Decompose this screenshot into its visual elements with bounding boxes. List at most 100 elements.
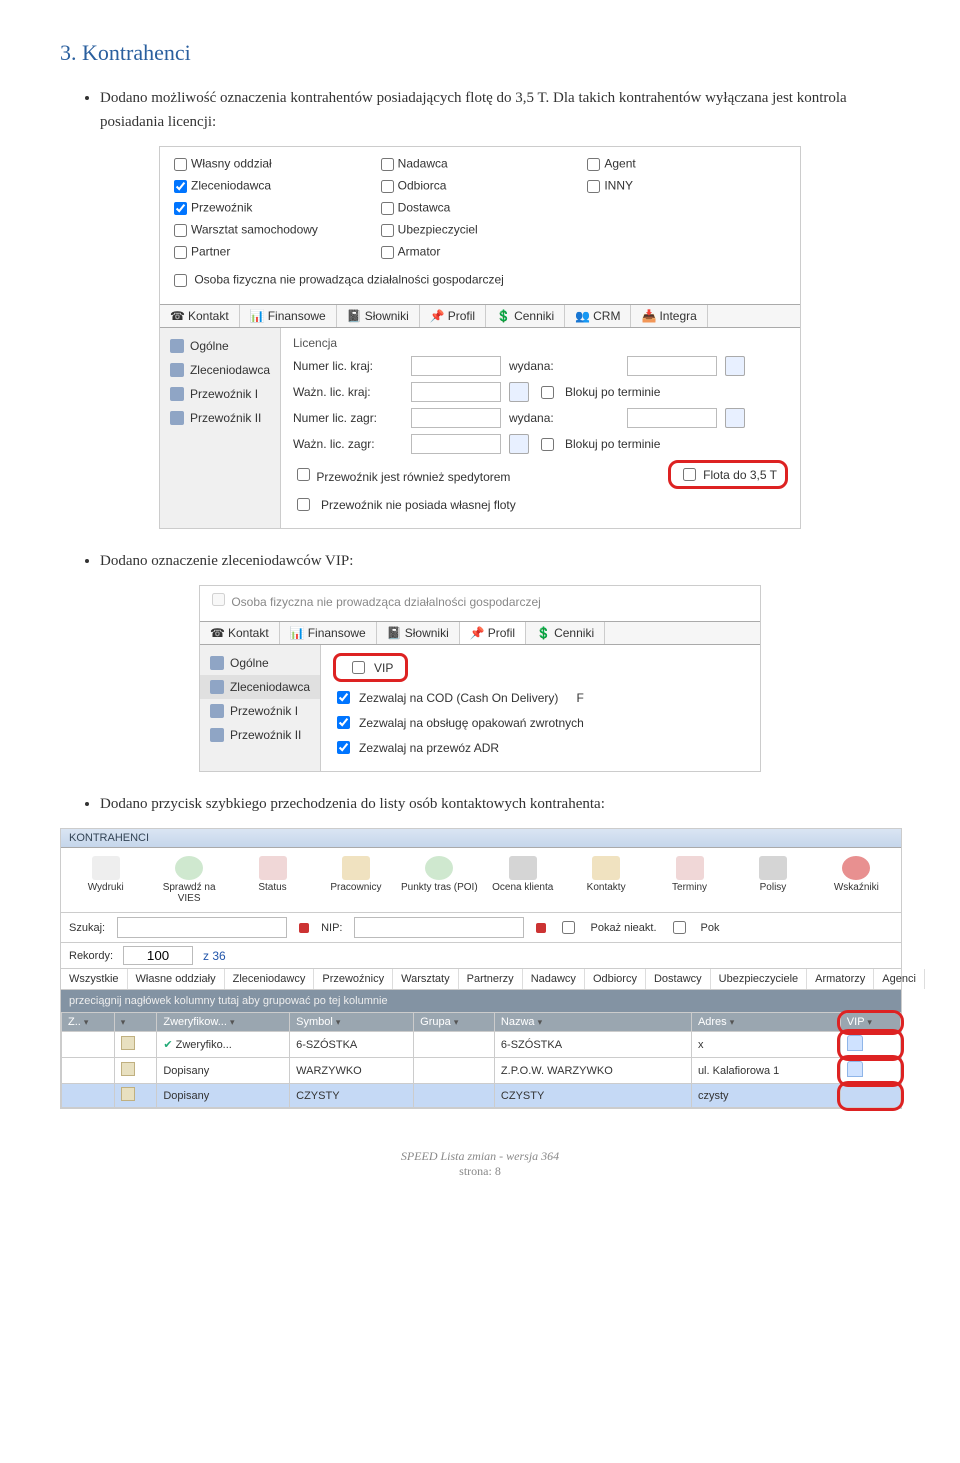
filter-tab[interactable]: Warsztaty bbox=[393, 969, 459, 989]
clear-search-icon[interactable] bbox=[299, 923, 309, 933]
table-row[interactable]: DopisanyCZYSTYCZYSTYczysty bbox=[62, 1084, 901, 1108]
pok-checkbox[interactable] bbox=[673, 921, 686, 934]
checkbox-osoba-fizyczna[interactable] bbox=[174, 274, 187, 287]
tab-słowniki[interactable]: 📓Słowniki bbox=[337, 305, 420, 327]
type-checkbox[interactable] bbox=[587, 180, 600, 193]
type-checkbox[interactable] bbox=[174, 180, 187, 193]
tab-icon: 📌 bbox=[430, 309, 444, 323]
filter-tab[interactable]: Odbiorcy bbox=[585, 969, 646, 989]
filter-tab[interactable]: Armatorzy bbox=[807, 969, 874, 989]
date-picker-icon[interactable] bbox=[725, 356, 745, 376]
type-checkbox[interactable] bbox=[381, 202, 394, 215]
toolbar-button[interactable]: Status bbox=[232, 854, 313, 906]
filter-tab[interactable]: Ubezpieczyciele bbox=[711, 969, 807, 989]
tab-integra[interactable]: 📥Integra bbox=[631, 305, 707, 327]
filter-tab[interactable]: Zleceniodawcy bbox=[225, 969, 315, 989]
tab-finansowe[interactable]: 📊Finansowe bbox=[280, 622, 377, 644]
cell-grupa bbox=[414, 1032, 495, 1058]
side-tab[interactable]: Przewoźnik II bbox=[200, 723, 320, 747]
spedytor-checkbox[interactable] bbox=[297, 468, 310, 481]
adr-checkbox[interactable] bbox=[337, 741, 350, 754]
column-header[interactable]: Nazwa ▾ bbox=[494, 1013, 691, 1032]
table-row[interactable]: DopisanyWARZYWKOZ.P.O.W. WARZYWKOul. Kal… bbox=[62, 1058, 901, 1084]
toolbar-button[interactable]: Punkty tras (POI) bbox=[399, 854, 480, 906]
bullet-1: Dodano możliwość oznaczenia kontrahentów… bbox=[100, 86, 900, 134]
tab-crm[interactable]: 👥CRM bbox=[565, 305, 631, 327]
numer-zagr-input[interactable] bbox=[411, 408, 501, 428]
brak-floty-checkbox[interactable] bbox=[297, 498, 310, 511]
filter-tab[interactable]: Wszystkie bbox=[61, 969, 128, 989]
column-header[interactable]: Zweryfikow... ▾ bbox=[157, 1013, 290, 1032]
side-tab[interactable]: Przewoźnik II bbox=[160, 406, 280, 430]
tab-kontakt[interactable]: ☎Kontakt bbox=[200, 622, 280, 644]
clear-nip-icon[interactable] bbox=[536, 923, 546, 933]
date-picker-icon[interactable] bbox=[509, 434, 529, 454]
wazn-zagr-input[interactable] bbox=[411, 434, 501, 454]
filter-tab[interactable]: Dostawcy bbox=[646, 969, 711, 989]
tab-słowniki[interactable]: 📓Słowniki bbox=[377, 622, 460, 644]
side-tab[interactable]: Przewoźnik I bbox=[160, 382, 280, 406]
rekordy-input[interactable] bbox=[123, 946, 193, 965]
szukaj-input[interactable] bbox=[117, 917, 287, 938]
filter-tab[interactable]: Nadawcy bbox=[523, 969, 585, 989]
tab-profil[interactable]: 📌Profil bbox=[420, 305, 486, 327]
side-tab[interactable]: Przewoźnik I bbox=[200, 699, 320, 723]
type-checkbox[interactable] bbox=[381, 246, 394, 259]
type-checkbox[interactable] bbox=[587, 158, 600, 171]
column-header[interactable]: Symbol ▾ bbox=[290, 1013, 414, 1032]
filter-tab[interactable]: Własne oddziały bbox=[128, 969, 225, 989]
column-header[interactable]: Z.. ▾ bbox=[62, 1013, 115, 1032]
table-row[interactable]: ✔ Zweryfiko...6-SZÓSTKA6-SZÓSTKAx bbox=[62, 1032, 901, 1058]
toolbar-button[interactable]: Wydruki bbox=[65, 854, 146, 906]
blokuj-zagr-checkbox[interactable] bbox=[541, 438, 554, 451]
type-checkbox[interactable] bbox=[381, 180, 394, 193]
side-tab[interactable]: Ogólne bbox=[160, 334, 280, 358]
toolbar-button[interactable]: Kontakty bbox=[565, 854, 646, 906]
screenshot-contractor-profile: Własny oddziałZleceniodawcaPrzewoźnikWar… bbox=[159, 146, 801, 529]
side-tab[interactable]: Zleceniodawca bbox=[200, 675, 320, 699]
toolbar-button[interactable]: Sprawdź na VIES bbox=[148, 854, 229, 906]
side-tab-icon bbox=[170, 363, 184, 377]
date-picker-icon[interactable] bbox=[725, 408, 745, 428]
pokaz-nieakt-checkbox[interactable] bbox=[562, 921, 575, 934]
toolbar-button[interactable]: Wskaźniki bbox=[816, 854, 897, 906]
nip-input[interactable] bbox=[354, 917, 524, 938]
cod-checkbox[interactable] bbox=[337, 691, 350, 704]
toolbar-button[interactable]: Pracownicy bbox=[315, 854, 396, 906]
numer-kraj-input[interactable] bbox=[411, 356, 501, 376]
toolbar-button[interactable]: Polisy bbox=[732, 854, 813, 906]
toolbar-button[interactable]: Ocena klienta bbox=[482, 854, 563, 906]
type-checkbox[interactable] bbox=[381, 158, 394, 171]
column-header[interactable]: Adres ▾ bbox=[691, 1013, 840, 1032]
tab-kontakt[interactable]: ☎Kontakt bbox=[160, 305, 240, 327]
filter-tab[interactable]: Przewoźnicy bbox=[314, 969, 393, 989]
filter-tab[interactable]: Partnerzy bbox=[459, 969, 523, 989]
group-bar[interactable]: przeciągnij nagłówek kolumny tutaj aby g… bbox=[61, 990, 901, 1012]
tab-icon: 📊 bbox=[290, 626, 304, 640]
tab-cenniki[interactable]: 💲Cenniki bbox=[526, 622, 605, 644]
type-checkbox[interactable] bbox=[174, 246, 187, 259]
flota-checkbox[interactable] bbox=[683, 468, 696, 481]
opakowania-checkbox[interactable] bbox=[337, 716, 350, 729]
type-checkbox[interactable] bbox=[174, 224, 187, 237]
date-picker-icon[interactable] bbox=[509, 382, 529, 402]
column-header[interactable]: VIP ▾ bbox=[840, 1013, 900, 1032]
type-checkbox[interactable] bbox=[174, 202, 187, 215]
type-checkbox[interactable] bbox=[174, 158, 187, 171]
column-header[interactable]: ▾ bbox=[114, 1013, 157, 1032]
wazn-kraj-input[interactable] bbox=[411, 382, 501, 402]
side-tab[interactable]: Zleceniodawca bbox=[160, 358, 280, 382]
column-header[interactable]: Grupa ▾ bbox=[414, 1013, 495, 1032]
blokuj-kraj-checkbox[interactable] bbox=[541, 386, 554, 399]
contractors-table[interactable]: Z.. ▾ ▾Zweryfikow... ▾Symbol ▾Grupa ▾Naz… bbox=[61, 1012, 901, 1108]
tab-finansowe[interactable]: 📊Finansowe bbox=[240, 305, 337, 327]
wydana-zagr-input[interactable] bbox=[627, 408, 717, 428]
type-checkbox[interactable] bbox=[381, 224, 394, 237]
filter-tab[interactable]: Agenci bbox=[874, 969, 925, 989]
tab-cenniki[interactable]: 💲Cenniki bbox=[486, 305, 565, 327]
toolbar-button[interactable]: Terminy bbox=[649, 854, 730, 906]
side-tab[interactable]: Ogólne bbox=[200, 651, 320, 675]
wydana-kraj-input[interactable] bbox=[627, 356, 717, 376]
tab-profil[interactable]: 📌Profil bbox=[460, 622, 526, 644]
vip-checkbox[interactable] bbox=[352, 661, 365, 674]
